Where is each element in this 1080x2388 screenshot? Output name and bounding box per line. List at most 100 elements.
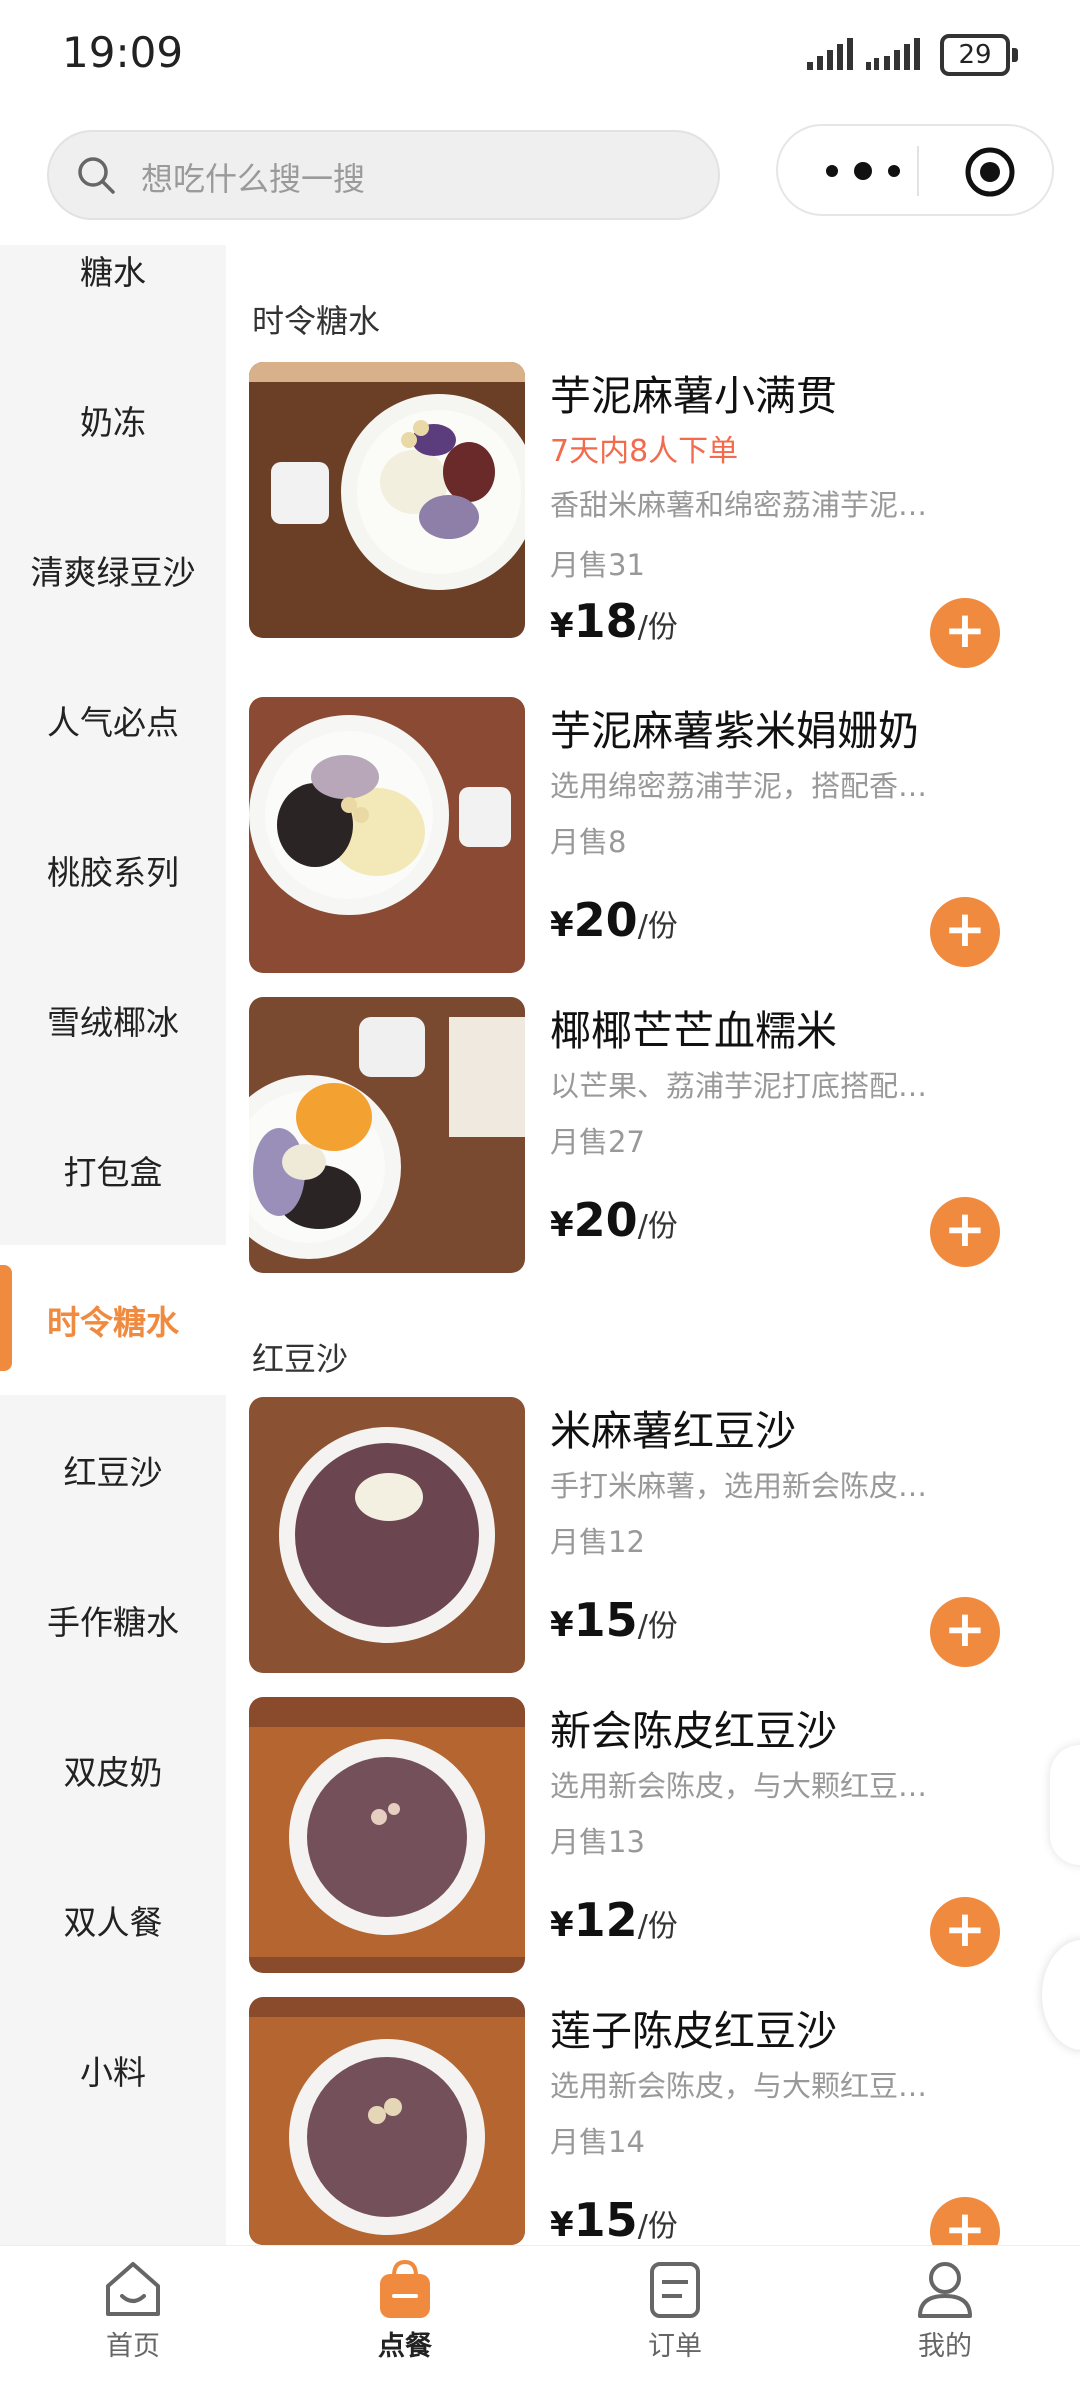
add-to-cart-button[interactable]: + (930, 1597, 1000, 1667)
sidebar-item-shiling[interactable]: 时令糖水 (0, 1245, 226, 1395)
sidebar-item-shuangpinai[interactable]: 双皮奶 (0, 1695, 226, 1845)
sidebar-item-label: 手作糖水 (47, 1603, 179, 1642)
price-unit: /份 (637, 1909, 678, 1944)
add-to-cart-button[interactable]: + (930, 897, 1000, 967)
capsule-divider (917, 146, 919, 196)
tab-orders[interactable]: 订单 (600, 2256, 750, 2386)
tab-mine[interactable]: 我的 (870, 2256, 1020, 2386)
sidebar-item-label: 奶冻 (80, 403, 146, 442)
sidebar-item-label: 双人餐 (63, 1903, 163, 1942)
sidebar-item-hongdousha[interactable]: 红豆沙 (0, 1395, 226, 1545)
floating-cart-handle[interactable] (1050, 1745, 1080, 1865)
price-currency: ¥ (550, 1205, 574, 1245)
status-bar: 19:09 29 (0, 0, 1080, 110)
sidebar-item-lvdousha[interactable]: 清爽绿豆沙 (0, 495, 226, 645)
price-value: 20 (573, 893, 638, 947)
section-title: 时令糖水 (252, 302, 381, 340)
battery-icon: 29 (940, 34, 1018, 76)
product-price: ¥18/份 (550, 594, 678, 648)
sidebar-item-yebing[interactable]: 雪绒椰冰 (0, 945, 226, 1095)
product-image (249, 697, 525, 973)
tab-label: 点餐 (378, 2331, 432, 2362)
price-value: 20 (573, 1193, 638, 1247)
sidebar-item-tangshui[interactable]: 糖水 (0, 195, 226, 345)
price-currency: ¥ (550, 1605, 574, 1645)
product-price: ¥15/份 (550, 2193, 678, 2247)
sidebar-item-label: 糖水 (80, 253, 146, 292)
price-currency: ¥ (550, 1905, 574, 1945)
sidebar-item-naidong[interactable]: 奶冻 (0, 345, 226, 495)
price-value: 15 (573, 2193, 638, 2247)
search-placeholder: 想吃什么搜一搜 (141, 160, 366, 198)
tab-label: 订单 (648, 2331, 702, 2362)
price-currency: ¥ (550, 2205, 574, 2245)
order-count-tag: 7天内8人下单 (550, 434, 739, 469)
bottom-tab-bar: 首页 点餐 订单 我的 (0, 2245, 1080, 2388)
sidebar-item-shuangrencan[interactable]: 双人餐 (0, 1845, 226, 1995)
search-icon (78, 157, 115, 194)
add-to-cart-button[interactable]: + (930, 598, 1000, 668)
price-unit: /份 (637, 1609, 678, 1644)
mini-program-capsule (776, 124, 1054, 216)
close-target-icon[interactable] (964, 146, 1016, 198)
product-price: ¥20/份 (550, 893, 678, 947)
product-card[interactable]: 米麻薯红豆沙 手打米麻薯，选用新会陈皮，… 月售12 ¥15/份 + (249, 1397, 1059, 1677)
product-sales: 月售31 (550, 548, 645, 582)
product-card[interactable]: 新会陈皮红豆沙 选用新会陈皮，与大颗红豆熬… 月售13 ¥12/份 + (249, 1697, 1059, 1977)
price-value: 15 (573, 1593, 638, 1647)
product-sales: 月售13 (550, 1825, 645, 1859)
sidebar-item-label: 雪绒椰冰 (47, 1003, 179, 1042)
tab-home[interactable]: 首页 (58, 2256, 208, 2386)
product-image (249, 362, 525, 638)
product-card[interactable]: 莲子陈皮红豆沙 选用新会陈皮，与大颗红豆熬… 月售14 ¥15/份 + (249, 1997, 1059, 2277)
product-image (249, 1397, 525, 1673)
section-title: 红豆沙 (252, 1340, 349, 1378)
product-desc: 香甜米麻薯和绵密荔浦芋泥结… (550, 488, 955, 522)
product-card[interactable]: 芋泥麻薯紫米娟姗奶 选用绵密荔浦芋泥，搭配香糯… 月售8 ¥20/份 + (249, 697, 1059, 977)
product-desc: 选用绵密荔浦芋泥，搭配香糯… (550, 769, 955, 803)
signal-icon-2 (866, 38, 920, 70)
add-to-cart-button[interactable]: + (930, 1897, 1000, 1967)
product-name: 莲子陈皮红豆沙 (550, 2007, 837, 2055)
product-card[interactable]: 芋泥麻薯小满贯 7天内8人下单 香甜米麻薯和绵密荔浦芋泥结… 月售31 ¥18/… (249, 362, 1059, 668)
sidebar-item-label: 桃胶系列 (47, 853, 179, 892)
status-time: 19:09 (62, 28, 184, 77)
product-sales: 月售27 (550, 1125, 645, 1159)
tab-label: 首页 (106, 2331, 160, 2362)
sidebar-item-dabaohe[interactable]: 打包盒 (0, 1095, 226, 1245)
sidebar-item-xiaoliao[interactable]: 小料 (0, 1995, 226, 2145)
sidebar-item-shouzuo[interactable]: 手作糖水 (0, 1545, 226, 1695)
product-desc: 手打米麻薯，选用新会陈皮，… (550, 1469, 955, 1503)
tab-order-food[interactable]: 点餐 (330, 2256, 480, 2386)
sidebar-item-taojiao[interactable]: 桃胶系列 (0, 795, 226, 945)
product-desc: 以芒果、荔浦芋泥打底搭配米… (550, 1069, 955, 1103)
price-currency: ¥ (550, 606, 574, 646)
product-name: 芋泥麻薯小满贯 (550, 372, 837, 420)
price-value: 12 (573, 1893, 638, 1947)
product-price: ¥12/份 (550, 1893, 678, 1947)
product-image (249, 1697, 525, 1973)
price-unit: /份 (637, 610, 678, 645)
product-card[interactable]: 椰椰芒芒血糯米 以芒果、荔浦芋泥打底搭配米… 月售27 ¥20/份 + (249, 997, 1059, 1277)
product-name: 新会陈皮红豆沙 (550, 1707, 837, 1755)
sidebar-item-label: 时令糖水 (47, 1303, 179, 1342)
product-name: 芋泥麻薯紫米娟姗奶 (550, 707, 919, 755)
product-sales: 月售14 (550, 2125, 645, 2159)
price-unit: /份 (637, 2209, 678, 2244)
order-bag-icon (380, 2259, 430, 2318)
sidebar-item-label: 小料 (80, 2053, 146, 2092)
product-desc: 选用新会陈皮，与大颗红豆熬… (550, 2069, 955, 2103)
sidebar-item-label: 红豆沙 (63, 1453, 163, 1492)
add-to-cart-button[interactable]: + (930, 1197, 1000, 1267)
price-unit: /份 (637, 909, 678, 944)
sidebar-item-renqi[interactable]: 人气必点 (0, 645, 226, 795)
receipt-icon (650, 2262, 700, 2318)
product-image (249, 997, 525, 1273)
product-image (249, 1997, 525, 2245)
product-price: ¥15/份 (550, 1593, 678, 1647)
more-icon[interactable] (818, 154, 908, 188)
product-sales: 月售12 (550, 1525, 645, 1559)
price-unit: /份 (637, 1209, 678, 1244)
product-price: ¥20/份 (550, 1193, 678, 1247)
product-sales: 月售8 (550, 825, 627, 859)
